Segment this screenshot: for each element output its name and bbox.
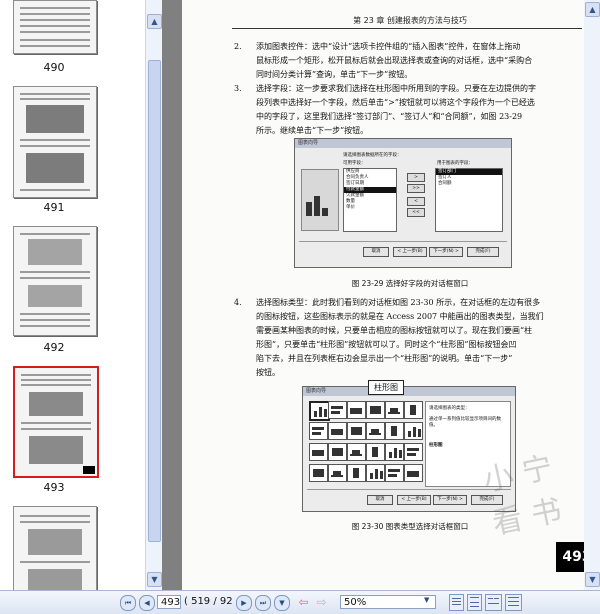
next-page-icon[interactable]: ▶ <box>236 595 252 611</box>
chart-type-icon[interactable] <box>309 422 328 440</box>
first-page-icon[interactable]: ⏮ <box>120 595 136 611</box>
thumbnail-label: 491 <box>43 201 65 214</box>
chart-type-icon[interactable] <box>404 401 423 419</box>
column-chart-icon[interactable] <box>309 401 330 421</box>
chart-type-icon[interactable] <box>366 464 385 482</box>
zoom-select[interactable]: 50% <box>340 595 436 609</box>
dialog-title: 图表向导 <box>303 387 515 396</box>
chart-type-icon[interactable] <box>385 401 404 419</box>
step-text: 选择字段：这一步要求我们选择在柱形图中所用到的字段。只要在左边提供的字 段列表中… <box>256 84 536 135</box>
back-arrow-icon[interactable]: ⇦ <box>296 595 311 609</box>
figure-field-dialog: 图表向导 请选择图表数据所在的字段： 可用字段： 用于图表的字段： 供应商 合同… <box>294 138 512 268</box>
step-paragraph: 2. 添加图表控件：选中“设计”选项卡控件组的“插入图表”控件，在窗体上拖动 鼠… <box>234 40 582 82</box>
thumbnail-label: 490 <box>43 61 65 74</box>
thumbnail-page[interactable] <box>13 226 97 336</box>
last-page-icon[interactable]: ⏭ <box>255 595 271 611</box>
step-paragraph: 4. 选择图标类型：此时我们看到的对话框如图 23-30 所示，在对话框的左边有… <box>234 296 582 380</box>
chart-type-icon[interactable] <box>366 401 385 419</box>
back-button[interactable]: < 上一步(B) <box>397 495 431 505</box>
figure-caption: 图 23-29 选择好字段的对话框窗口 <box>351 279 469 288</box>
available-fields-label: 可用字段： <box>343 161 366 166</box>
page-count-label: ( 519 / 92 <box>184 596 233 607</box>
figure-chart-type-dialog: 图表向导 请选择图表的类型： 通过单一系列值比较显示项目间的数值。 柱形图 取消… <box>302 386 516 512</box>
thumbnail-panel: 490 491 492 493 ▲ ▼ <box>0 0 163 590</box>
scrollbar-thumb[interactable] <box>148 60 161 542</box>
chart-type-icon[interactable] <box>385 422 404 440</box>
previous-page-icon[interactable]: ◀ <box>139 595 155 611</box>
chart-type-icon[interactable] <box>404 464 423 482</box>
continuous-view-icon[interactable] <box>467 594 482 611</box>
page-number-input[interactable]: 493 <box>157 595 181 609</box>
chart-type-icon[interactable] <box>404 443 423 461</box>
list-item[interactable]: 合同额 <box>436 181 502 187</box>
thumbnail-page[interactable] <box>13 0 97 54</box>
next-button[interactable]: 下一步(N) > <box>429 247 463 257</box>
chart-type-detail-heading: 柱形图 <box>429 443 443 448</box>
scroll-up-icon[interactable]: ▲ <box>585 2 600 17</box>
thumbnail-page[interactable] <box>13 506 97 590</box>
chart-type-icon[interactable] <box>328 401 347 419</box>
header-rule <box>232 28 582 29</box>
page-header: 第 23 章 创建报表的方法与技巧 <box>353 16 467 25</box>
chart-type-icon[interactable] <box>347 422 366 440</box>
list-item[interactable]: 单价 <box>344 205 396 211</box>
step-paragraph: 3. 选择字段：这一步要求我们选择在柱形图中所用到的字段。只要在左边提供的字 段… <box>234 82 582 138</box>
chart-illustration-icon <box>301 169 339 231</box>
scroll-down-icon[interactable]: ▼ <box>585 572 600 587</box>
scroll-up-icon[interactable]: ▲ <box>147 14 162 29</box>
back-button[interactable]: < 上一步(B) <box>393 247 427 257</box>
chart-type-icon[interactable] <box>366 422 385 440</box>
chart-type-heading: 请选择图表的类型： <box>429 406 470 411</box>
down-arrow-icon[interactable]: ▼ <box>274 595 290 611</box>
callout-label: 柱形图 <box>368 380 404 395</box>
step-number: 3. <box>234 84 242 93</box>
document-page: 第 23 章 创建报表的方法与技巧 2. 添加图表控件：选中“设计”选项卡控件组… <box>182 0 598 590</box>
step-text: 选择图标类型：此时我们看到的对话框如图 23-30 所示，在对话框的左边有很多 … <box>256 298 544 377</box>
step-text: 添加图表控件：选中“设计”选项卡控件组的“插入图表”控件，在窗体上拖动 鼠标形成… <box>256 42 533 79</box>
chart-type-icon[interactable] <box>404 422 423 440</box>
dialog-title: 图表向导 <box>295 139 511 148</box>
chart-type-icon[interactable] <box>347 464 366 482</box>
chart-type-description: 通过单一系列值比较显示项目间的数值。 <box>429 417 501 428</box>
remove-field-button[interactable]: < <box>407 197 425 206</box>
thumbnail-page[interactable] <box>13 86 97 198</box>
available-fields-list[interactable]: 供应商 合同负责人 签订日期 付款金额 欠款金额 数量 单价 <box>343 168 397 232</box>
continuous-facing-view-icon[interactable] <box>505 594 522 611</box>
chart-type-icon[interactable] <box>309 443 328 461</box>
step-number: 4. <box>234 298 242 307</box>
thumbnail-page-selected[interactable] <box>13 366 99 478</box>
step-number: 2. <box>234 42 242 51</box>
chart-type-icon[interactable] <box>328 422 347 440</box>
thumbnail-label: 493 <box>43 481 65 494</box>
remove-all-fields-button[interactable]: << <box>407 208 425 217</box>
chart-type-icon[interactable] <box>328 443 347 461</box>
next-button[interactable]: 下一步(N) > <box>433 495 467 505</box>
forward-arrow-icon[interactable]: ⇨ <box>314 595 329 609</box>
facing-view-icon[interactable] <box>485 594 502 611</box>
chart-type-icon[interactable] <box>328 464 347 482</box>
add-field-button[interactable]: > <box>407 173 425 182</box>
single-page-view-icon[interactable] <box>449 594 464 611</box>
chart-fields-list[interactable]: 签订部门 签订人 合同额 <box>435 168 503 232</box>
chart-type-icon[interactable] <box>385 464 404 482</box>
chart-type-icon[interactable] <box>366 443 385 461</box>
document-scrollbar[interactable]: ▲ ▼ <box>584 0 600 590</box>
chart-type-icon[interactable] <box>347 401 366 419</box>
navigation-toolbar: ⏮ ◀ 493 ( 519 / 92 ▶ ⏭ ▼ ⇦ ⇨ 50% ▼ <box>0 590 600 614</box>
chart-type-icon[interactable] <box>347 443 366 461</box>
cancel-button[interactable]: 取消 <box>363 247 389 257</box>
thumbnail-label: 492 <box>43 341 65 354</box>
thumbnail-list: 490 491 492 493 <box>0 0 145 590</box>
selected-fields-label: 用于图表的字段： <box>437 161 473 166</box>
document-view[interactable]: 第 23 章 创建报表的方法与技巧 2. 添加图表控件：选中“设计”选项卡控件组… <box>162 0 600 590</box>
finish-button[interactable]: 完成(F) <box>467 247 499 257</box>
scroll-down-icon[interactable]: ▼ <box>147 572 162 587</box>
chart-type-icon[interactable] <box>385 443 404 461</box>
chevron-down-icon[interactable]: ▼ <box>424 596 429 604</box>
thumbnail-scrollbar[interactable]: ▲ ▼ <box>145 0 162 590</box>
add-all-fields-button[interactable]: >> <box>407 184 425 193</box>
chart-type-icon[interactable] <box>309 464 328 482</box>
dialog-prompt: 请选择图表数据所在的字段： <box>343 153 402 158</box>
cancel-button[interactable]: 取消 <box>367 495 393 505</box>
